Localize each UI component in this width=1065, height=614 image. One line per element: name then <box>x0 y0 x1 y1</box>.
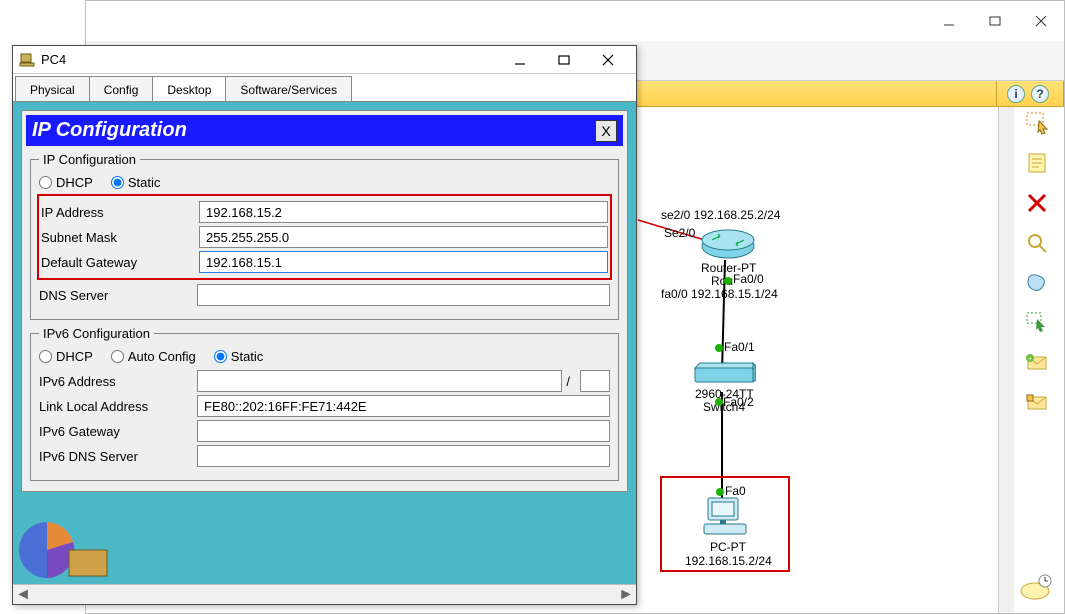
radio-static[interactable]: Static <box>111 175 161 190</box>
ribbon-help: i ? <box>997 81 1064 106</box>
pc4-title: PC4 <box>41 52 498 67</box>
input-ipv6-gateway[interactable] <box>197 420 610 442</box>
tab-desktop[interactable]: Desktop <box>152 76 226 101</box>
pc4-maximize-button[interactable] <box>542 47 586 73</box>
label-ipv6-dns: IPv6 DNS Server <box>39 449 197 464</box>
ipv4-radio-row: DHCP Static <box>39 175 610 190</box>
label-ipv6-gateway: IPv6 Gateway <box>39 424 197 439</box>
radio-ipv6-autoconfig-label: Auto Config <box>128 349 196 364</box>
ip-panel-title-text: IP Configuration <box>32 119 187 142</box>
label-ip-address: IP Address <box>41 205 199 220</box>
envelope-edit-icon[interactable] <box>1020 388 1054 418</box>
label-subnet-mask: Subnet Mask <box>41 230 199 245</box>
label-fa01: Fa0/1 <box>724 340 755 354</box>
row-ip-address: IP Address <box>41 201 608 223</box>
radio-ipv6-static-label: Static <box>231 349 264 364</box>
pc4-titlebar[interactable]: PC4 <box>13 46 636 74</box>
pc4-body: IP Configuration X IP Configuration DHCP… <box>13 102 636 584</box>
radio-ipv6-dhcp[interactable]: DHCP <box>39 349 93 364</box>
row-ipv6-gateway: IPv6 Gateway <box>39 420 610 442</box>
resize-tool-icon[interactable] <box>1020 308 1054 338</box>
pc4-horizontal-scroll[interactable]: ◄ ► <box>13 584 636 604</box>
ipv6-radio-row: DHCP Auto Config Static <box>39 349 610 364</box>
delete-tool-icon[interactable] <box>1020 188 1054 218</box>
ipv4-fieldset: IP Configuration DHCP Static IP Address … <box>30 152 619 320</box>
window-close-button[interactable] <box>1018 1 1064 41</box>
tab-physical[interactable]: Physical <box>15 76 90 101</box>
row-link-local: Link Local Address <box>39 395 610 417</box>
window-maximize-button[interactable] <box>972 1 1018 41</box>
scroll-right-icon[interactable]: ► <box>616 585 636 604</box>
main-titlebar <box>86 1 1064 41</box>
vertical-scrollbar[interactable] <box>998 107 1014 613</box>
input-ipv6-dns[interactable] <box>197 445 610 467</box>
radio-ipv6-dhcp-label: DHCP <box>56 349 93 364</box>
input-default-gateway[interactable] <box>199 251 608 273</box>
ipv6-fieldset: IPv6 Configuration DHCP Auto Config Stat… <box>30 326 619 481</box>
svg-text:+: + <box>1028 356 1032 363</box>
shape-tool-icon[interactable] <box>1020 268 1054 298</box>
input-subnet-mask[interactable] <box>199 226 608 248</box>
link-status-dot <box>724 277 732 285</box>
radio-ipv6-static[interactable]: Static <box>214 349 264 364</box>
input-ip-address[interactable] <box>199 201 608 223</box>
ipv4-legend: IP Configuration <box>39 152 140 167</box>
right-tool-palette: + <box>1017 108 1057 418</box>
realtime-clock-icon[interactable] <box>1017 573 1053 606</box>
ipv6-legend: IPv6 Configuration <box>39 326 154 341</box>
label-link-local: Link Local Address <box>39 399 197 414</box>
input-dns-server[interactable] <box>197 284 610 306</box>
input-ipv6-prefix[interactable] <box>580 370 610 392</box>
link-status-dot <box>715 398 723 406</box>
magnify-tool-icon[interactable] <box>1020 228 1054 258</box>
row-ipv6-dns: IPv6 DNS Server <box>39 445 610 467</box>
radio-ipv6-autoconfig[interactable]: Auto Config <box>111 349 196 364</box>
tab-software-services[interactable]: Software/Services <box>225 76 352 101</box>
input-ipv6-address[interactable] <box>197 370 562 392</box>
info-icon[interactable]: i <box>1007 85 1025 103</box>
label-fa02: Fa0/2 <box>723 395 754 409</box>
tab-config[interactable]: Config <box>89 76 154 101</box>
window-minimize-button[interactable] <box>926 1 972 41</box>
label-se20: Se2/0 <box>664 226 695 240</box>
row-ipv6-address: IPv6 Address / <box>39 370 610 392</box>
desktop-app-icon[interactable] <box>17 520 109 580</box>
radio-static-label: Static <box>128 175 161 190</box>
help-icon[interactable]: ? <box>1031 85 1049 103</box>
envelope-add-icon[interactable]: + <box>1020 348 1054 378</box>
ip-panel-title: IP Configuration X <box>26 115 623 146</box>
row-dns-server: DNS Server <box>39 284 610 306</box>
ipv6-slash: / <box>562 374 574 389</box>
pc4-tab-bar: Physical Config Desktop Software/Service… <box>13 74 636 102</box>
pc4-window: PC4 Physical Config Desktop Software/Ser… <box>12 45 637 605</box>
row-default-gateway: Default Gateway <box>41 251 608 273</box>
row-subnet-mask: Subnet Mask <box>41 226 608 248</box>
scroll-track[interactable] <box>33 585 616 604</box>
scroll-left-icon[interactable]: ◄ <box>13 585 33 604</box>
ip-panel-close-button[interactable]: X <box>595 120 617 142</box>
link-status-dot <box>715 344 723 352</box>
label-fa00-side: Fa0/0 <box>733 272 764 286</box>
label-dns-server: DNS Server <box>39 288 197 303</box>
input-link-local[interactable] <box>197 395 610 417</box>
note-tool-icon[interactable] <box>1020 148 1054 178</box>
pc4-minimize-button[interactable] <box>498 47 542 73</box>
radio-dhcp-label: DHCP <box>56 175 93 190</box>
label-fa00-ip: fa0/0 192.168.15.1/24 <box>661 287 778 301</box>
highlight-pc <box>660 476 790 572</box>
label-se20-ip: se2/0 192.168.25.2/24 <box>661 208 780 222</box>
pc-icon <box>19 52 35 68</box>
radio-dhcp[interactable]: DHCP <box>39 175 93 190</box>
label-ipv6-address: IPv6 Address <box>39 374 197 389</box>
ip-configuration-panel: IP Configuration X IP Configuration DHCP… <box>21 110 628 492</box>
label-default-gateway: Default Gateway <box>41 255 199 270</box>
pc4-close-button[interactable] <box>586 47 630 73</box>
select-tool-icon[interactable] <box>1020 108 1054 138</box>
